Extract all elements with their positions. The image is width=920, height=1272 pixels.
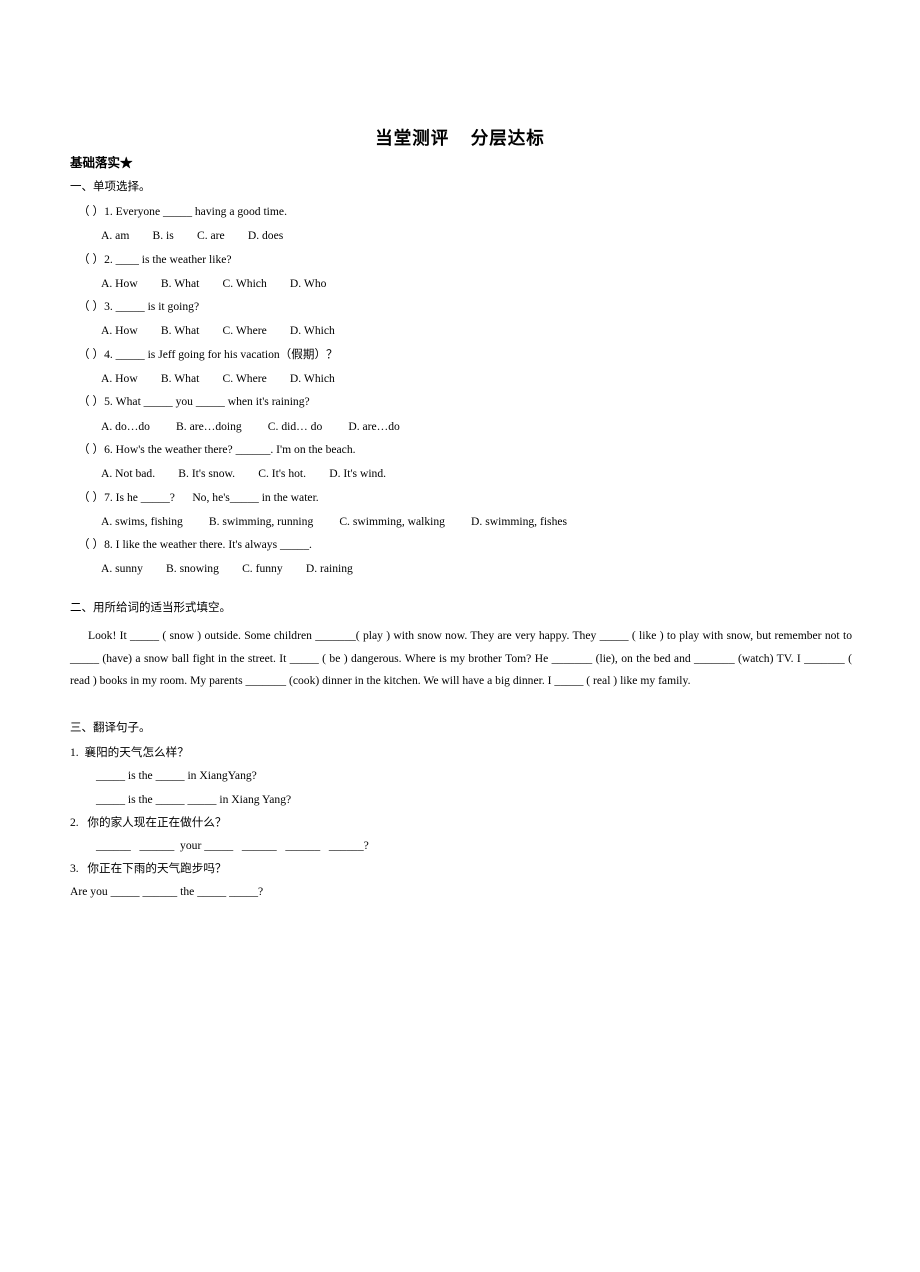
mc-question-stem: （ ）8. I like the weather there. It's alw… (78, 538, 312, 552)
translation-answer-line[interactable]: ______ ______ your _____ ______ ______ _… (70, 838, 852, 854)
mc-question-options[interactable]: A. How B. What C. Where D. Which (70, 371, 852, 386)
part-two-heading: 二、用所给词的适当形式填空。 (70, 601, 231, 614)
section-heading-basics: 基础落实★ (70, 156, 133, 170)
mc-question-stem: （ ）4. _____ is Jeff going for his vacati… (78, 347, 338, 361)
translation-item: 2. 你的家人现在正在做什么？ ______ ______ your _____ … (70, 815, 852, 853)
mc-question-stem: （ ）1. Everyone _____ having a good time. (78, 205, 287, 218)
mc-question-stem: （ ）6. How's the weather there? ______. I… (78, 442, 356, 456)
mc-question-options[interactable]: A. swims, fishing B. swimming, running C… (70, 514, 852, 529)
mc-question: （ ）5. What _____ you _____ when it's rai… (70, 394, 852, 434)
translation-answer-line[interactable]: Are you _____ ______ the _____ _____? (70, 884, 852, 900)
mc-question: （ ）3. _____ is it going? A. How B. What C… (70, 299, 852, 339)
mc-question: （ ）4. _____ is Jeff going for his vacati… (70, 347, 852, 387)
cloze-paragraph: Look! It _____ ( snow ) outside. Some ch… (70, 629, 852, 688)
part-three-block: 三、翻译句子。 1. 襄阳的天气怎么样？ _____ is the _____ i… (70, 721, 852, 900)
mc-question: （ ）6. How's the weather there? ______. I… (70, 442, 852, 482)
mc-question-options[interactable]: A. sunny B. snowing C. funny D. raining (70, 561, 852, 576)
mc-question-options[interactable]: A. am B. is C. are D. does (70, 228, 852, 243)
mc-question: （ ）8. I like the weather there. It's alw… (70, 537, 852, 577)
part-one-heading: 一、单项选择。 (70, 180, 151, 193)
translation-prompt-chinese: 3. 你正在下雨的天气跑步吗？ (70, 862, 227, 876)
translation-answer-line[interactable]: _____ is the _____ _____ in Xiang Yang? (70, 792, 852, 808)
mc-question-options[interactable]: A. do…do B. are…doing C. did… do D. are…… (70, 419, 852, 434)
mc-question: （ ）1. Everyone _____ having a good time.… (70, 204, 852, 244)
part-two-block: 二、用所给词的适当形式填空。 Look! It _____ ( snow ) o… (70, 601, 852, 693)
translation-item: 1. 襄阳的天气怎么样？ _____ is the _____ in XiangY… (70, 745, 852, 807)
multiple-choice-list: （ ）1. Everyone _____ having a good time.… (70, 204, 852, 577)
mc-question-options[interactable]: A. Not bad. B. It's snow. C. It's hot. D… (70, 466, 852, 481)
worksheet-page: 当堂测评 分层达标 基础落实★ 一、单项选择。 （ ）1. Everyone _… (0, 0, 920, 1272)
mc-question-stem: （ ）2. ____ is the weather like? (78, 252, 232, 266)
translation-answer-line[interactable]: _____ is the _____ in XiangYang? (70, 768, 852, 784)
translation-list: 1. 襄阳的天气怎么样？ _____ is the _____ in XiangY… (70, 745, 852, 899)
mc-question-stem: （ ）3. _____ is it going? (78, 300, 200, 314)
page-title: 当堂测评 分层达标 (375, 128, 545, 148)
mc-question: （ ）2. ____ is the weather like? A. How B.… (70, 252, 852, 292)
mc-question-stem: （ ）7. Is he _____? No, he's_____ in the … (78, 490, 319, 504)
translation-prompt-chinese: 1. 襄阳的天气怎么样？ (70, 746, 189, 760)
mc-question-stem: （ ）5. What _____ you _____ when it's rai… (78, 395, 310, 409)
translation-prompt-chinese: 2. 你的家人现在正在做什么？ (70, 816, 227, 830)
translation-item: 3. 你正在下雨的天气跑步吗？ Are you _____ ______ the … (70, 861, 852, 899)
mc-question-options[interactable]: A. How B. What C. Where D. Which (70, 323, 852, 338)
worksheet-content: 基础落实★ 一、单项选择。 （ ）1. Everyone _____ havin… (70, 156, 852, 908)
mc-question: （ ）7. Is he _____? No, he's_____ in the … (70, 490, 852, 530)
mc-question-options[interactable]: A. How B. What C. Which D. Who (70, 276, 852, 291)
part-three-heading: 三、翻译句子。 (70, 721, 151, 734)
